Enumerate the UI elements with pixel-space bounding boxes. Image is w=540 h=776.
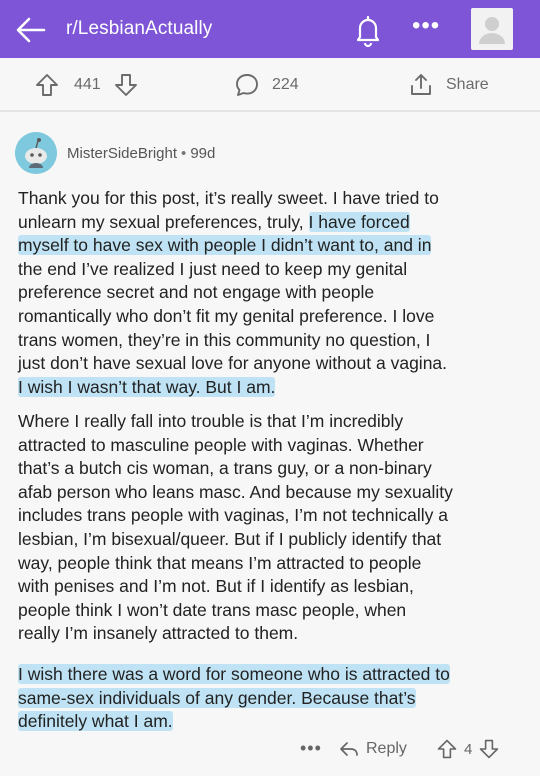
comments-button[interactable]: 224: [234, 58, 299, 112]
comment-line: unlearn my sexual preferences, truly, I …: [18, 211, 526, 235]
comment-text: includes trans people with vaginas, I’m …: [18, 505, 448, 526]
comment-count: 224: [272, 76, 299, 93]
share-icon: [411, 74, 431, 95]
comment-line: way, people think that means I’m attract…: [18, 552, 526, 576]
comment-text: really I’m insanely attracted to them.: [18, 623, 299, 644]
downvote-icon[interactable]: [113, 72, 139, 98]
upvote-icon[interactable]: [34, 72, 60, 98]
back-arrow-icon[interactable]: [14, 15, 48, 45]
comment-line: Where I really fall into trouble is that…: [18, 410, 526, 434]
comment-text: romantically who don’t fit my genital pr…: [18, 305, 435, 326]
highlighted-text: myself to have sex with people I didn’t …: [18, 235, 432, 256]
comment-line: people think I won’t date trans masc peo…: [18, 599, 526, 623]
comment-line: myself to have sex with people I didn’t …: [18, 234, 526, 258]
subreddit-title[interactable]: r/LesbianActually: [66, 18, 212, 40]
comment-line: includes trans people with vaginas, I’m …: [18, 504, 526, 528]
comment-age: 99d: [190, 145, 216, 162]
comment-author[interactable]: MisterSideBright: [67, 145, 177, 162]
more-options-button[interactable]: •••: [412, 14, 440, 38]
comment-paragraph-2: Where I really fall into trouble is that…: [18, 410, 526, 646]
comment-text: afab person who leans masc. And because …: [18, 481, 453, 502]
comment-text: that’s a butch cis woman, a trans guy, o…: [18, 458, 432, 479]
comment-line: that’s a butch cis woman, a trans guy, o…: [18, 457, 526, 481]
comment-text: preference secret and not engage with pe…: [18, 282, 375, 303]
meta-separator: •: [181, 145, 187, 162]
comment: MisterSideBright • 99d Thank you for this …: [0, 112, 540, 776]
comment-downvote-icon[interactable]: [478, 738, 500, 760]
vote-group: 441: [34, 58, 139, 112]
comment-line: just don’t have sexual love for anyone w…: [18, 352, 526, 376]
comment-text: attracted to masculine people with vagin…: [18, 434, 424, 455]
reply-button[interactable]: Reply: [338, 722, 407, 776]
snoo-avatar[interactable]: [15, 132, 57, 174]
upvote-count: 441: [74, 76, 101, 93]
share-button[interactable]: Share: [408, 58, 489, 112]
bell-icon[interactable]: [350, 12, 386, 48]
snoo-avatar-icon: [15, 132, 57, 174]
comment-line: Thank you for this post, it’s really swe…: [18, 187, 526, 211]
comment-text: the end I’ve realized I just need to kee…: [18, 258, 408, 279]
comment-icon: [236, 74, 258, 96]
comment-line: romantically who don’t fit my genital pr…: [18, 305, 526, 329]
reply-label: Reply: [366, 740, 407, 757]
highlighted-text: I have forced: [308, 211, 410, 232]
comment-meta: MisterSideBright • 99d: [67, 145, 215, 162]
highlighted-text: I wish there was a word for someone who …: [18, 664, 450, 684]
comment-line: afab person who leans masc. And because …: [18, 481, 526, 505]
comment-upvote-icon[interactable]: [436, 738, 458, 760]
comment-footer: ••• Reply 4: [0, 722, 540, 776]
comment-text: with penises and I’m not. But if I ident…: [18, 576, 414, 597]
comment-line: I wish there was a word for someone who …: [18, 663, 526, 687]
comment-line: lesbian, I’m bisexual/queer. But if I pu…: [18, 528, 526, 552]
comment-vote-group: 4: [436, 722, 500, 776]
reply-icon: [340, 742, 358, 756]
comment-line: really I’m insanely attracted to them.: [18, 622, 526, 646]
comment-line: I wish I wasn’t that way. But I am.: [18, 376, 526, 400]
highlighted-text: I wish I wasn’t that way. But I am.: [18, 376, 276, 397]
highlighted-text: same-sex individuals of any gender. Beca…: [18, 687, 416, 708]
avatar-placeholder-icon: [479, 17, 505, 44]
comment-line: the end I’ve realized I just need to kee…: [18, 258, 526, 282]
comment-text: Thank you for this post, it’s really swe…: [18, 188, 439, 208]
comment-line: preference secret and not engage with pe…: [18, 281, 526, 305]
comment-line: with penises and I’m not. But if I ident…: [18, 575, 526, 599]
comment-text: people think I won’t date trans masc peo…: [18, 599, 407, 620]
post-action-bar: 441 224 Share: [0, 58, 540, 112]
comment-text: trans women, they’re in this community n…: [18, 329, 431, 350]
comment-more-button[interactable]: •••: [300, 738, 322, 759]
top-app-bar: r/LesbianActually •••: [0, 0, 540, 58]
comment-text: unlearn my sexual preferences, truly,: [18, 211, 309, 232]
comment-text: Where I really fall into trouble is that…: [18, 411, 404, 431]
comment-paragraph-1: Thank you for this post, it’s really swe…: [18, 187, 526, 399]
share-label: Share: [446, 76, 489, 93]
comment-text: just don’t have sexual love for anyone w…: [18, 353, 448, 374]
comment-line: trans women, they’re in this community n…: [18, 329, 526, 353]
comment-text: way, people think that means I’m attract…: [18, 552, 422, 573]
comment-line: attracted to masculine people with vagin…: [18, 434, 526, 458]
comment-score: 4: [464, 740, 473, 758]
avatar[interactable]: [471, 8, 513, 50]
comment-line: same-sex individuals of any gender. Beca…: [18, 687, 526, 711]
comment-text: lesbian, I’m bisexual/queer. But if I pu…: [18, 528, 442, 549]
